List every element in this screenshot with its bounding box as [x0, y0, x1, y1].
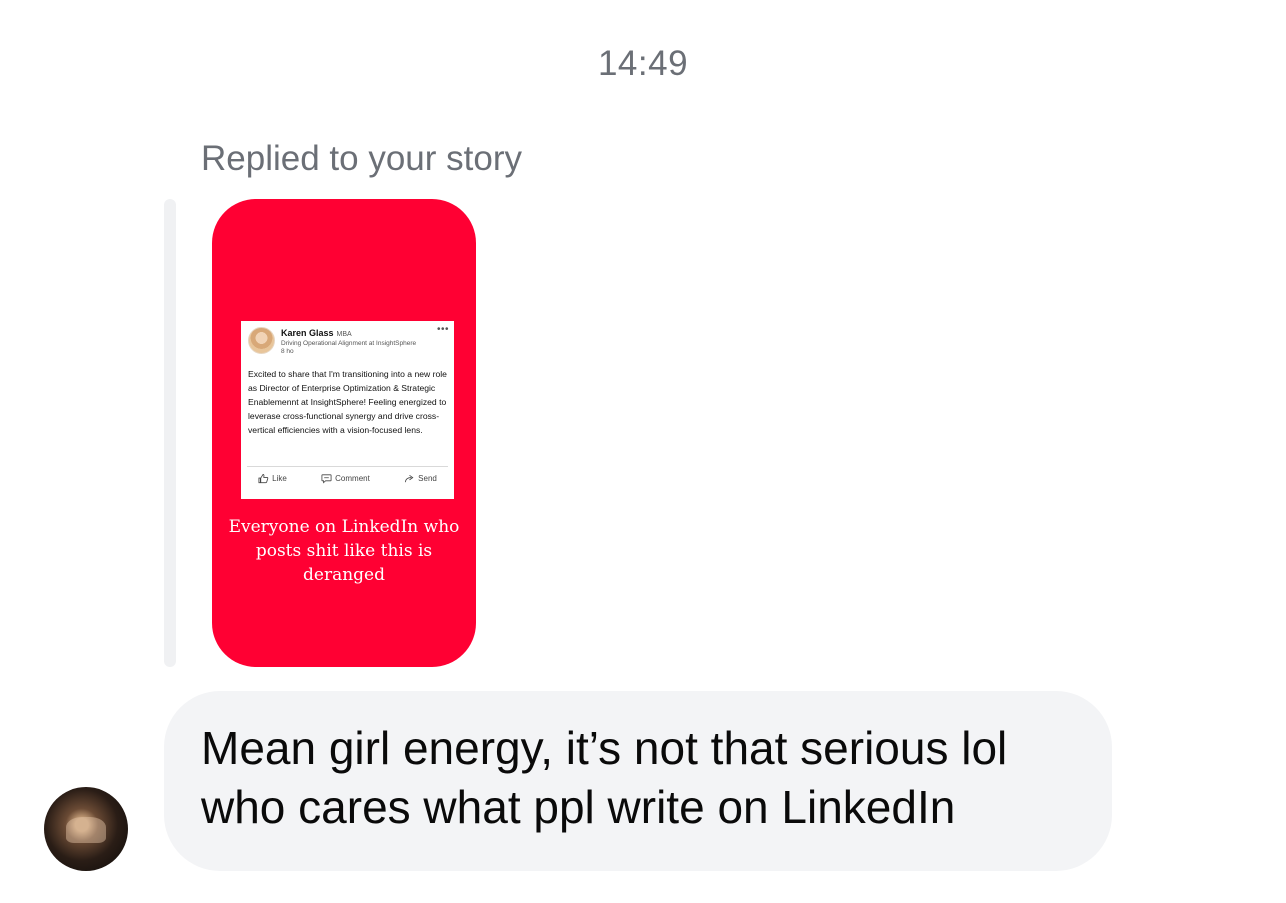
post-author-name: Karen Glass: [281, 328, 334, 338]
post-action-like: Like: [258, 473, 287, 484]
post-actions: Like Comment Send: [241, 473, 454, 484]
more-horizontal-icon: •••: [436, 324, 449, 335]
send-arrow-icon: [405, 474, 414, 483]
post-action-send-label: Send: [418, 474, 437, 483]
post-author-subtitle: Driving Operational Alignment at Insight…: [281, 340, 451, 357]
chat-thread: 14:49 Replied to your story Karen Glass M…: [0, 0, 1286, 903]
post-author-badge: MBA: [336, 331, 352, 338]
post-action-like-label: Like: [272, 474, 287, 483]
story-preview[interactable]: Karen Glass MBA Driving Operational Align…: [212, 199, 476, 667]
comment-icon: [321, 474, 332, 484]
post-author: Karen Glass MBA: [281, 328, 352, 338]
post-action-comment-label: Comment: [335, 474, 370, 483]
linkedin-post-screenshot: Karen Glass MBA Driving Operational Align…: [241, 321, 454, 499]
reply-caption: Replied to your story: [201, 139, 522, 178]
story-caption: Everyone on LinkedIn who posts shit like…: [228, 517, 460, 585]
post-divider: [247, 466, 448, 467]
reply-indicator-bar: [164, 199, 176, 667]
post-author-headline: Driving Operational Alignment at Insight…: [281, 340, 417, 347]
post-age: 8 ho: [281, 348, 294, 356]
avatar-photo-detail: [66, 817, 106, 843]
message-timestamp: 14:49: [597, 44, 689, 83]
post-body: Excited to share that I'm transitioning …: [248, 369, 447, 435]
thumbs-up-icon: [258, 473, 269, 484]
post-action-send: Send: [404, 473, 437, 484]
post-author-avatar: [248, 327, 275, 354]
profile-avatar[interactable]: [44, 787, 128, 871]
post-action-comment: Comment: [321, 473, 370, 484]
message-bubble[interactable]: Mean girl energy, it’s not that serious …: [164, 691, 1112, 871]
